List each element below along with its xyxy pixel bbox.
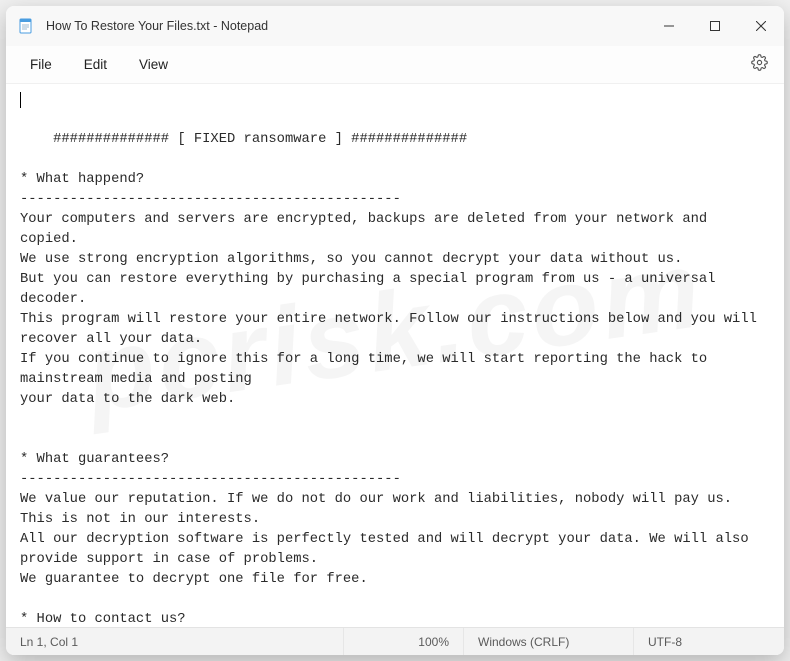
status-line-ending: Windows (CRLF) <box>464 628 634 655</box>
titlebar[interactable]: How To Restore Your Files.txt - Notepad <box>6 6 784 46</box>
menu-view[interactable]: View <box>123 51 184 78</box>
menu-edit[interactable]: Edit <box>68 51 123 78</box>
window-controls <box>646 6 784 46</box>
editor-area[interactable]: ############## [ FIXED ransomware ] ####… <box>6 84 784 627</box>
settings-button[interactable] <box>742 51 776 79</box>
gear-icon <box>751 54 768 76</box>
window-title: How To Restore Your Files.txt - Notepad <box>46 19 646 33</box>
document-text: ############## [ FIXED ransomware ] ####… <box>20 132 765 627</box>
statusbar: Ln 1, Col 1 100% Windows (CRLF) UTF-8 <box>6 627 784 655</box>
status-cursor-position: Ln 1, Col 1 <box>6 628 344 655</box>
minimize-button[interactable] <box>646 6 692 46</box>
menubar: File Edit View <box>6 46 784 84</box>
close-button[interactable] <box>738 6 784 46</box>
notepad-window: How To Restore Your Files.txt - Notepad … <box>6 6 784 655</box>
status-zoom[interactable]: 100% <box>344 628 464 655</box>
maximize-button[interactable] <box>692 6 738 46</box>
status-encoding: UTF-8 <box>634 628 784 655</box>
notepad-icon <box>18 18 34 34</box>
text-caret <box>20 92 21 108</box>
menu-file[interactable]: File <box>14 51 68 78</box>
